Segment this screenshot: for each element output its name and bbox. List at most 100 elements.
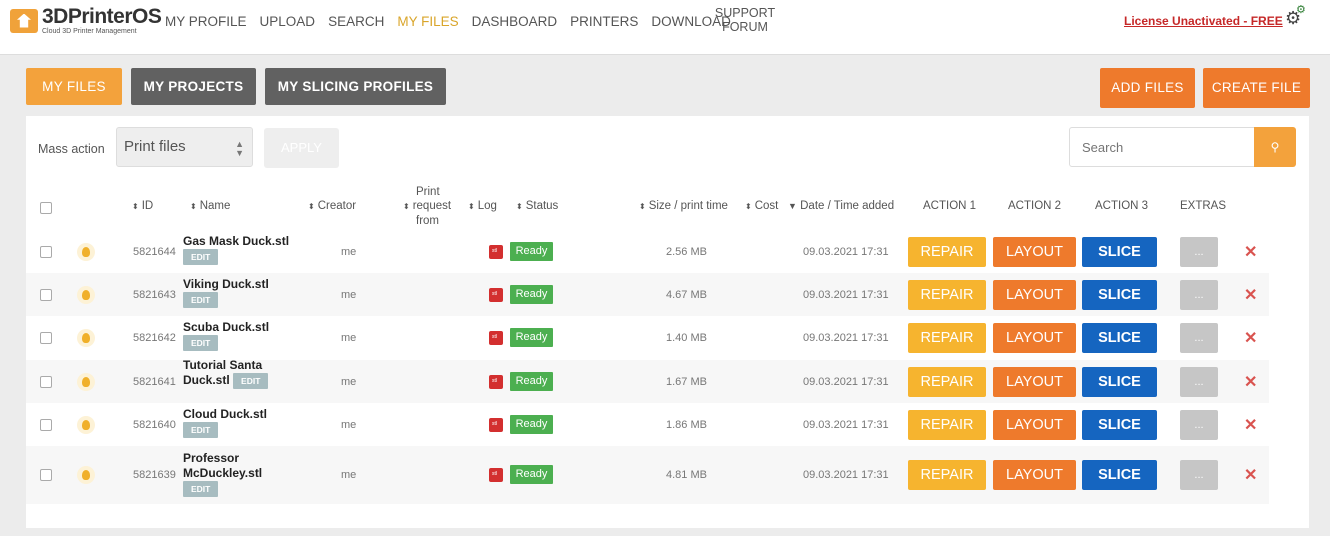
file-name-cell[interactable]: Cloud Duck.stl EDIT bbox=[183, 407, 267, 438]
row-checkbox[interactable] bbox=[40, 376, 52, 388]
table-row: 5821642 Scuba Duck.stl EDIT me Ready 1.4… bbox=[26, 316, 1269, 359]
header-creator[interactable]: Creator bbox=[308, 200, 356, 212]
repair-button[interactable]: REPAIR bbox=[908, 460, 986, 490]
extras-button[interactable]: ... bbox=[1180, 410, 1218, 440]
row-checkbox[interactable] bbox=[40, 419, 52, 431]
file-thumbnail-icon bbox=[77, 243, 95, 261]
file-thumbnail-icon bbox=[77, 329, 95, 347]
stl-log-icon[interactable] bbox=[489, 375, 503, 389]
stl-log-icon[interactable] bbox=[489, 331, 503, 345]
header-print-request[interactable]: Print request from bbox=[403, 185, 451, 228]
extras-button[interactable]: ... bbox=[1180, 460, 1218, 490]
file-name-cell[interactable]: Tutorial Santa Duck.stl EDIT bbox=[183, 358, 269, 389]
header-id[interactable]: ID bbox=[132, 200, 154, 212]
edit-button[interactable]: EDIT bbox=[183, 481, 219, 497]
file-name-line-2: McDuckley.stl bbox=[183, 466, 263, 480]
status-badge: Ready bbox=[510, 242, 553, 261]
file-name-cell[interactable]: Scuba Duck.stl EDIT bbox=[183, 320, 269, 351]
stl-log-icon[interactable] bbox=[489, 418, 503, 432]
delete-icon[interactable]: ✕ bbox=[1244, 242, 1257, 262]
header-size[interactable]: Size / print time bbox=[639, 200, 728, 212]
layout-button[interactable]: LAYOUT bbox=[993, 460, 1076, 490]
delete-icon[interactable]: ✕ bbox=[1244, 415, 1257, 435]
tab-my-projects[interactable]: MY PROJECTS bbox=[131, 68, 256, 105]
row-checkbox[interactable] bbox=[40, 332, 52, 344]
select-all-checkbox[interactable] bbox=[40, 202, 52, 214]
header-status[interactable]: Status bbox=[516, 200, 559, 212]
tab-my-slicing-profiles[interactable]: MY SLICING PROFILES bbox=[265, 68, 446, 105]
repair-button[interactable]: REPAIR bbox=[908, 280, 986, 310]
edit-button[interactable]: EDIT bbox=[233, 373, 269, 389]
extras-button[interactable]: ... bbox=[1180, 280, 1218, 310]
row-checkbox[interactable] bbox=[40, 289, 52, 301]
repair-button[interactable]: REPAIR bbox=[908, 237, 986, 267]
delete-icon[interactable]: ✕ bbox=[1244, 328, 1257, 348]
nav-my-files[interactable]: MY FILES bbox=[397, 14, 458, 29]
nav-support-forum[interactable]: SUPPORT FORUM bbox=[714, 6, 776, 34]
repair-button[interactable]: REPAIR bbox=[908, 367, 986, 397]
slice-button[interactable]: SLICE bbox=[1082, 323, 1157, 353]
file-name-line-1: Professor bbox=[183, 451, 240, 465]
apply-button[interactable]: APPLY bbox=[264, 128, 339, 168]
nav-upload[interactable]: UPLOAD bbox=[260, 14, 316, 29]
file-size: 1.40 MB bbox=[666, 332, 707, 344]
file-date: 09.03.2021 17:31 bbox=[803, 419, 889, 431]
slice-button[interactable]: SLICE bbox=[1082, 460, 1157, 490]
header-name[interactable]: Name bbox=[190, 200, 231, 212]
layout-button[interactable]: LAYOUT bbox=[993, 280, 1076, 310]
nav-search[interactable]: SEARCH bbox=[328, 14, 384, 29]
layout-button[interactable]: LAYOUT bbox=[993, 410, 1076, 440]
create-file-button[interactable]: CREATE FILE bbox=[1203, 68, 1310, 108]
layout-button[interactable]: LAYOUT bbox=[993, 367, 1076, 397]
delete-icon[interactable]: ✕ bbox=[1244, 465, 1257, 485]
file-size: 4.81 MB bbox=[666, 469, 707, 481]
settings-gear-icon[interactable]: ⚙ ⚙ bbox=[1285, 4, 1306, 29]
file-name-line-2: Duck.stl bbox=[183, 373, 230, 388]
license-link[interactable]: License Unactivated - FREE bbox=[1124, 14, 1283, 28]
slice-button[interactable]: SLICE bbox=[1082, 410, 1157, 440]
extras-button[interactable]: ... bbox=[1180, 367, 1218, 397]
extras-button[interactable]: ... bbox=[1180, 323, 1218, 353]
stl-log-icon[interactable] bbox=[489, 288, 503, 302]
edit-button[interactable]: EDIT bbox=[183, 249, 219, 265]
extras-button[interactable]: ... bbox=[1180, 237, 1218, 267]
table-row: 5821639 Professor McDuckley.stlEDIT me R… bbox=[26, 446, 1269, 504]
stl-log-icon[interactable] bbox=[489, 468, 503, 482]
table-row: 5821640 Cloud Duck.stl EDIT me Ready 1.8… bbox=[26, 403, 1269, 446]
header-date[interactable]: ▼ Date / Time added bbox=[788, 200, 894, 212]
search-button[interactable]: ⚲ bbox=[1254, 127, 1296, 167]
nav-dashboard[interactable]: DASHBOARD bbox=[472, 14, 558, 29]
nav-my-profile[interactable]: MY PROFILE bbox=[165, 14, 247, 29]
layout-button[interactable]: LAYOUT bbox=[993, 237, 1076, 267]
search-input[interactable] bbox=[1069, 127, 1255, 167]
header-cost[interactable]: Cost bbox=[745, 200, 779, 212]
delete-icon[interactable]: ✕ bbox=[1244, 285, 1257, 305]
row-checkbox[interactable] bbox=[40, 246, 52, 258]
file-name-cell[interactable]: Gas Mask Duck.stl EDIT bbox=[183, 234, 289, 265]
edit-button[interactable]: EDIT bbox=[183, 422, 219, 438]
header-log[interactable]: Log bbox=[468, 200, 497, 212]
file-id: 5821643 bbox=[133, 289, 176, 301]
row-checkbox[interactable] bbox=[40, 469, 52, 481]
mass-action-select[interactable]: Print files ▲ ▼ bbox=[116, 127, 253, 167]
file-name-cell[interactable]: Professor McDuckley.stl EDIT bbox=[183, 451, 262, 497]
slice-button[interactable]: SLICE bbox=[1082, 367, 1157, 397]
status-badge: Ready bbox=[510, 465, 553, 484]
file-id: 5821642 bbox=[133, 332, 176, 344]
repair-button[interactable]: REPAIR bbox=[908, 323, 986, 353]
nav-printers[interactable]: PRINTERS bbox=[570, 14, 638, 29]
slice-button[interactable]: SLICE bbox=[1082, 280, 1157, 310]
brand-logo[interactable]: 3DPrinterOS Cloud 3D Printer Management bbox=[10, 6, 162, 35]
edit-button[interactable]: EDIT bbox=[183, 292, 219, 308]
delete-icon[interactable]: ✕ bbox=[1244, 372, 1257, 392]
file-id: 5821640 bbox=[133, 419, 176, 431]
edit-button[interactable]: EDIT bbox=[183, 335, 219, 351]
repair-button[interactable]: REPAIR bbox=[908, 410, 986, 440]
layout-button[interactable]: LAYOUT bbox=[993, 323, 1076, 353]
file-name-cell[interactable]: Viking Duck.stl EDIT bbox=[183, 277, 269, 308]
mass-action-label: Mass action bbox=[38, 142, 105, 156]
tab-my-files[interactable]: MY FILES bbox=[26, 68, 122, 105]
stl-log-icon[interactable] bbox=[489, 245, 503, 259]
add-files-button[interactable]: ADD FILES bbox=[1100, 68, 1195, 108]
slice-button[interactable]: SLICE bbox=[1082, 237, 1157, 267]
